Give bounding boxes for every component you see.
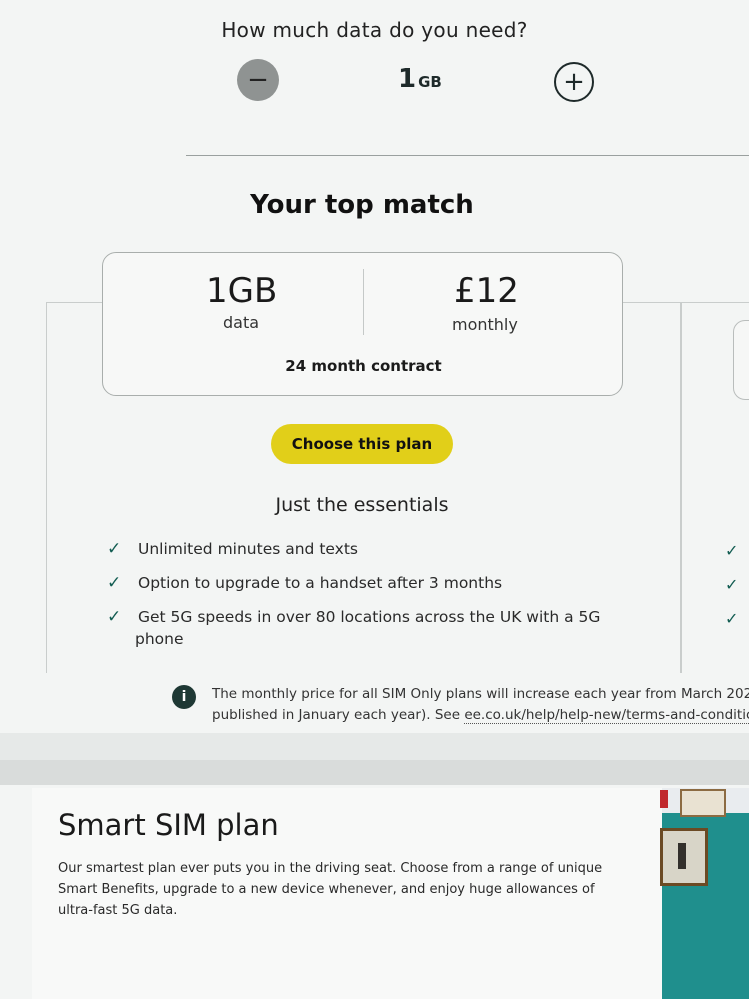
data-amount-unit: GB [418, 73, 442, 91]
plus-icon: + [563, 67, 585, 97]
picture-frame-small [680, 789, 726, 817]
check-icon: ✓ [107, 607, 122, 627]
promo-image-detail [660, 790, 668, 808]
plan-price-value: £12 [454, 271, 519, 311]
choose-plan-button[interactable]: Choose this plan [271, 424, 453, 464]
price-notice-line2: published in January each year). See ee.… [212, 707, 749, 724]
plan-card: 1GB data £12 monthly 24 month contract [102, 252, 623, 396]
section-gap-shade [0, 760, 749, 785]
data-selector-title: How much data do you need? [221, 18, 528, 42]
info-icon: i [172, 685, 196, 709]
check-icon: ✓ [107, 539, 122, 559]
promo-image [662, 788, 749, 999]
next-plan-card[interactable] [733, 320, 749, 400]
promo-title: Smart SIM plan [58, 808, 279, 842]
plan-data-value: 1GB [206, 271, 278, 311]
feature-text: Unlimited minutes and texts [138, 540, 358, 558]
check-icon: ✓ [107, 573, 122, 593]
top-match-heading: Your top match [250, 190, 474, 220]
picture-frame-large [660, 828, 708, 886]
plan-price-label: monthly [452, 315, 518, 334]
minus-icon: − [247, 65, 269, 95]
price-notice-line1: The monthly price for all SIM Only plans… [212, 686, 749, 702]
page: How much data do you need? − 1 GB + Your … [0, 0, 749, 999]
feature-text: Get 5G speeds in over 80 locations acros… [138, 608, 601, 626]
check-icon: ✓ [725, 609, 739, 628]
check-icon: ✓ [725, 541, 739, 560]
price-notice-text: published in January each year). See [212, 707, 465, 723]
features-heading: Just the essentials [275, 494, 449, 516]
promo-description: Our smartest plan ever puts you in the d… [58, 861, 603, 918]
feature-text: Option to upgrade to a handset after 3 m… [138, 574, 503, 592]
plan-data-label: data [223, 313, 260, 332]
feature-text-continued: phone [135, 630, 184, 648]
smart-sim-promo: Smart SIM plan Our smartest plan ever pu… [32, 788, 662, 999]
card-divider [363, 269, 364, 335]
terms-link[interactable]: ee.co.uk/help/help-new/terms-and-conditi… [464, 707, 749, 724]
data-amount-number: 1 [398, 64, 417, 94]
increase-data-button[interactable]: + [554, 62, 594, 102]
check-icon: ✓ [725, 575, 739, 594]
contract-length: 24 month contract [285, 357, 442, 375]
section-divider [186, 155, 749, 156]
data-amount-value: 1 GB [398, 64, 442, 94]
decrease-data-button[interactable]: − [237, 59, 279, 101]
